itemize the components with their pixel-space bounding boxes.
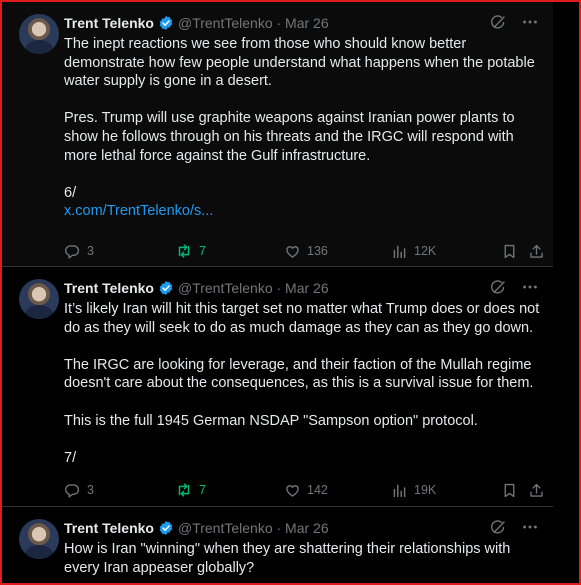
handle-date[interactable]: @TrentTelenko · Mar 26 (178, 280, 329, 296)
tweet-paragraph: Pres. Trump will use graphite weapons ag… (64, 110, 515, 164)
tweet-paragraph: 7/ (64, 449, 77, 466)
right-rail (553, 2, 579, 583)
tweet-paragraph: How is Iran "winning" when they are shat… (64, 541, 511, 576)
share-icon (528, 482, 551, 499)
verified-badge-icon (158, 520, 174, 536)
tweet-link[interactable]: x.com/TrentTelenko/s... (64, 203, 213, 219)
reply-count: 3 (87, 244, 94, 258)
tweet-paragraph: The inept reactions we see from those wh… (64, 36, 535, 90)
tweet[interactable]: Trent Telenko @TrentTelenko · Mar 26 It’… (2, 266, 553, 506)
grok-icon[interactable] (490, 14, 507, 31)
tweet-header: Trent Telenko @TrentTelenko · Mar 26 (64, 278, 543, 298)
share-button[interactable] (528, 480, 551, 500)
author-name[interactable]: Trent Telenko (64, 15, 154, 31)
action-bar: 3 7 142 19K (64, 480, 548, 500)
more-icon[interactable] (521, 13, 539, 31)
reply-icon (64, 243, 87, 260)
repost-count: 7 (199, 244, 206, 258)
reply-count: 3 (87, 483, 94, 497)
tweet[interactable]: Trent Telenko @TrentTelenko · Mar 26 The… (2, 2, 553, 266)
bookmark-icon (501, 482, 524, 499)
tweet-header: Trent Telenko @TrentTelenko · Mar 26 (64, 13, 543, 33)
views-button[interactable]: 19K (391, 480, 436, 500)
repost-count: 7 (199, 483, 206, 497)
reply-button[interactable]: 3 (64, 241, 94, 261)
verified-badge-icon (158, 15, 174, 31)
grok-icon[interactable] (490, 519, 507, 536)
like-count: 136 (307, 244, 328, 258)
handle-date[interactable]: @TrentTelenko · Mar 26 (178, 520, 329, 536)
tweet[interactable]: Trent Telenko @TrentTelenko · Mar 26 How… (2, 506, 553, 583)
bookmark-icon (501, 243, 524, 260)
tweet-paragraph: It’s likely Iran will hit this target se… (64, 301, 540, 336)
view-count: 19K (414, 483, 437, 497)
avatar[interactable] (19, 279, 59, 319)
like-button[interactable]: 136 (284, 241, 328, 261)
author-name[interactable]: Trent Telenko (64, 520, 154, 536)
views-icon (391, 482, 414, 499)
like-icon (284, 243, 307, 260)
more-icon[interactable] (521, 518, 539, 536)
share-icon (528, 243, 551, 260)
avatar[interactable] (19, 14, 59, 54)
repost-icon (175, 242, 199, 260)
repost-button[interactable]: 7 (175, 480, 206, 500)
verified-badge-icon (158, 280, 174, 296)
tweet-text: It’s likely Iran will hit this target se… (64, 300, 544, 467)
repost-icon (175, 481, 199, 499)
repost-button[interactable]: 7 (175, 241, 206, 261)
tweet-paragraph: This is the full 1945 German NSDAP "Samp… (64, 412, 478, 429)
like-button[interactable]: 142 (284, 480, 328, 500)
avatar[interactable] (19, 519, 59, 559)
bookmark-button[interactable] (501, 480, 524, 500)
share-button[interactable] (528, 241, 551, 261)
tweet-text: How is Iran "winning" when they are shat… (64, 540, 544, 577)
handle-date[interactable]: @TrentTelenko · Mar 26 (178, 15, 329, 31)
timeline-feed: Trent Telenko @TrentTelenko · Mar 26 The… (2, 2, 553, 583)
reply-button[interactable]: 3 (64, 480, 94, 500)
view-count: 12K (414, 244, 437, 258)
like-count: 142 (307, 483, 328, 497)
more-icon[interactable] (521, 278, 539, 296)
bookmark-button[interactable] (501, 241, 524, 261)
tweet-paragraph: 6/ (64, 184, 77, 201)
author-name[interactable]: Trent Telenko (64, 280, 154, 296)
tweet-text: The inept reactions we see from those wh… (64, 35, 544, 221)
grok-icon[interactable] (490, 279, 507, 296)
views-button[interactable]: 12K (391, 241, 436, 261)
like-icon (284, 482, 307, 499)
reply-icon (64, 482, 87, 499)
views-icon (391, 243, 414, 260)
action-bar: 3 7 136 12K (64, 241, 548, 261)
tweet-header: Trent Telenko @TrentTelenko · Mar 26 (64, 518, 543, 538)
tweet-paragraph: The IRGC are looking for leverage, and t… (64, 356, 534, 392)
